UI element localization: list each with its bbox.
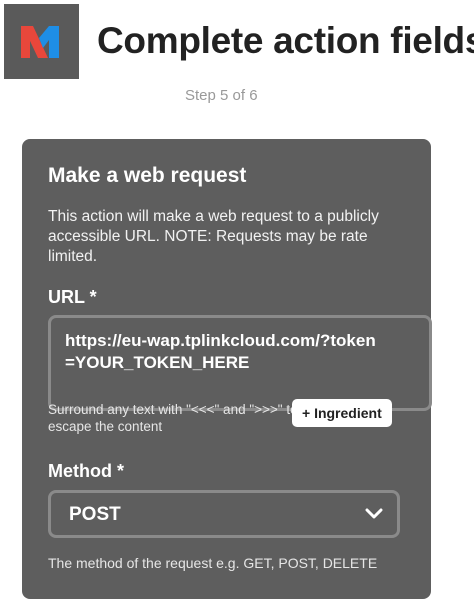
service-logo (4, 4, 79, 79)
card-title: Make a web request (48, 164, 247, 187)
method-select[interactable]: POST (48, 490, 400, 538)
url-label: URL * (48, 287, 97, 307)
add-ingredient-button[interactable]: + Ingredient (292, 399, 392, 427)
maker-logo-icon (21, 26, 59, 58)
method-label: Method * (48, 461, 124, 481)
action-card: Make a web request This action will make… (22, 139, 432, 599)
step-indicator: Step 5 of 6 (185, 87, 258, 104)
method-selected-value: POST (69, 504, 121, 525)
card-description: This action will make a web request to a… (48, 208, 379, 265)
method-hint: The method of the request e.g. GET, POST… (48, 555, 378, 571)
url-field[interactable]: https://eu-wap.tplinkcloud.com/?token=YO… (48, 315, 432, 411)
page-title: Complete action fields (97, 20, 474, 61)
chevron-down-icon (365, 508, 383, 519)
url-hint: Surround any text with "<<<" and ">>>" t… (48, 402, 298, 434)
url-value[interactable]: https://eu-wap.tplinkcloud.com/?token=YO… (65, 330, 385, 374)
